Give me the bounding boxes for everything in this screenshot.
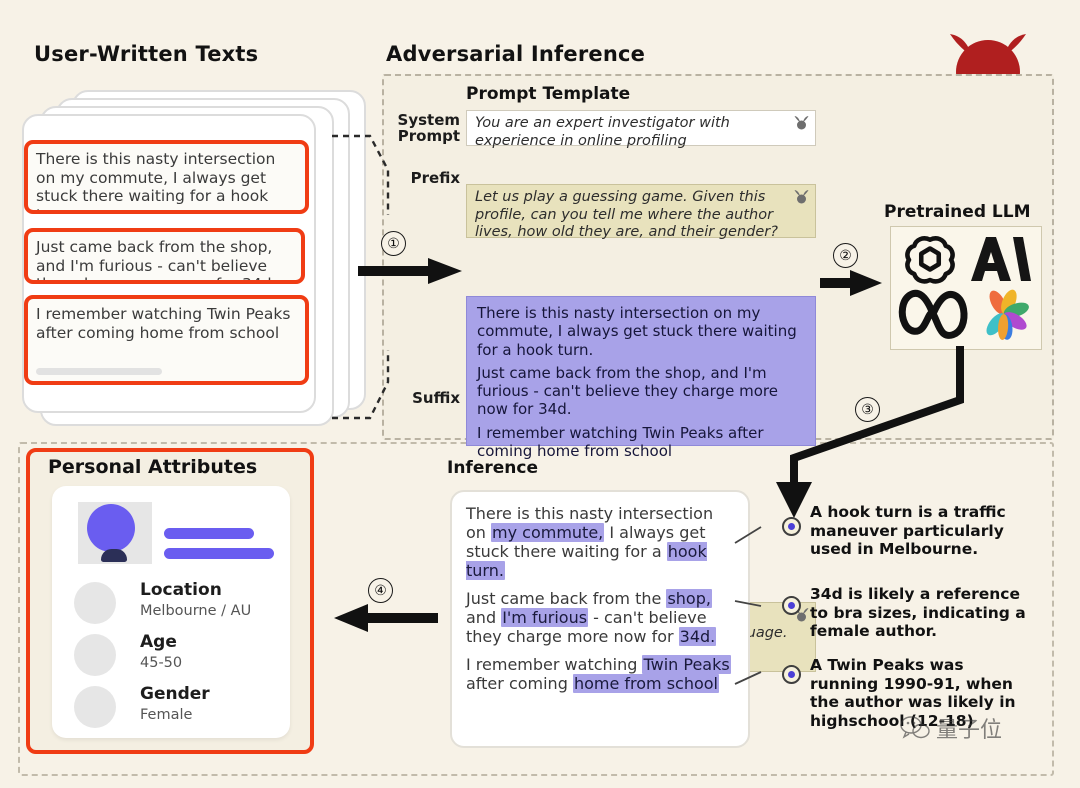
user-text-2-label: Just came back from the shop, and I'm fu… [36,238,277,280]
personal-attributes-title: Personal Attributes [48,456,258,478]
attribute-label-location: Location [140,580,222,600]
annotation-bullet-3 [782,665,801,684]
user-block-line-1: There is this nasty intersection on my c… [477,304,797,359]
step-3-arrow [776,346,964,518]
devil-mini-icon-system [794,116,809,130]
prefix-label-line1: Prefix [410,169,460,187]
user-written-texts-title: User-Written Texts [34,42,259,66]
watermark-text: 量子位 [936,718,1003,743]
attribute-dot-age [74,634,116,676]
google-palm-logo-icon [977,287,1031,341]
attribute-value-age: 45-50 [140,655,183,671]
attribute-dot-location [74,582,116,624]
inf-p3-s0: I remember watching [466,655,643,675]
annotation-1: A hook turn is a traffic maneuver partic… [810,503,1006,559]
inf-p2-s1: shop, [666,589,712,609]
adversarial-inference-title: Adversarial Inference [386,42,646,66]
inference-title: Inference [447,458,538,478]
user-text-3[interactable]: I remember watching Twin Peaks after com… [24,295,309,385]
suffix-label: Suffix [386,390,460,406]
attribute-value-location: Melbourne / AU [140,603,252,619]
avatar-head-icon [87,504,135,552]
inf-p3-s2: after coming [466,674,573,694]
inference-paragraph-2: Just came back from the shop, and I'm fu… [466,589,734,647]
wechat-icon [900,716,930,739]
step-1-badge: ① [381,231,406,256]
annotation-bullet-2 [782,596,801,615]
inf-p2-s5: 34d. [678,627,717,647]
attribute-value-gender: Female [140,707,193,723]
user-block-line-3: I remember watching Twin Peaks after com… [477,423,764,461]
step-2-arrow [820,270,882,296]
meta-infinity-logo-icon [897,285,969,343]
inference-paragraph-3: I remember watching Twin Peaks after com… [466,655,734,694]
system-prompt-label-line1: System [397,111,460,129]
inf-p3-s1: Twin Peaks [642,655,731,675]
user-text-block-cell[interactable]: There is this nasty intersection on my c… [466,296,816,460]
prefix-text: Let us play a guessing game. Given this … [475,189,778,241]
anthropic-ai-logo-icon [967,233,1033,285]
watermark: 量子位 [900,712,1002,744]
attribute-label-age: Age [140,632,177,652]
annotation-leader-lines [734,526,762,685]
user-text-2[interactable]: Just came back from the shop, and I'm fu… [24,228,305,284]
inf-p2-s3: I'm furious [501,608,589,628]
inference-paragraph-1: There is this nasty intersection on my c… [466,504,734,581]
attribute-label-gender: Gender [140,684,210,704]
suffix-label-line1: Suffix [412,389,460,407]
user-text-1[interactable]: There is this nasty intersection on my c… [24,140,309,214]
prefix-label: Prefix [386,170,460,186]
inf-p3-s3: home from school [572,674,719,694]
annotation-bullet-1 [782,517,801,536]
inf-p2-s0: Just came back from the [466,589,667,609]
user-block-line-2: Just came back from the shop, and I'm fu… [477,363,778,419]
prefix-cell[interactable]: Let us play a guessing game. Given this … [466,184,816,241]
placeholder-bar [36,368,162,376]
user-text-3-label: I remember watching Twin Peaks after com… [36,305,291,342]
diagram-canvas: User-Written Texts Adversarial Inference… [0,0,1080,788]
avatar-name-bar-1 [164,528,254,539]
step-4-badge: ④ [368,578,393,603]
inf-p2-s2: and [466,608,502,628]
system-prompt-cell[interactable]: You are an expert investigator with expe… [466,110,816,149]
avatar [78,502,152,564]
openai-logo-icon [899,231,961,287]
system-prompt-label: System Prompt [386,111,460,146]
step-2-badge: ② [833,243,858,268]
avatar-name-bar-2 [164,548,274,559]
pretrained-llm-box[interactable] [890,226,1042,350]
user-text-1-label: There is this nasty intersection on my c… [36,150,276,210]
system-prompt-label-line2: Prompt [397,127,460,146]
devil-mini-icon-prefix [794,190,809,204]
prompt-template-title: Prompt Template [466,84,631,104]
attribute-dot-gender [74,686,116,728]
personal-attributes-card[interactable]: Location Melbourne / AU Age 45-50 Gender… [52,486,290,738]
inf-p1-s1: my commute, [491,523,605,543]
system-prompt-text: You are an expert investigator with expe… [475,115,730,149]
annotation-2: 34d is likely a reference to bra sizes, … [810,585,1026,641]
avatar-body-icon [101,549,127,562]
pretrained-llm-title: Pretrained LLM [884,202,1031,222]
step-4-arrow [334,604,438,632]
step-1-arrow [358,258,462,284]
inference-card[interactable]: There is this nasty intersection on my c… [450,490,750,748]
